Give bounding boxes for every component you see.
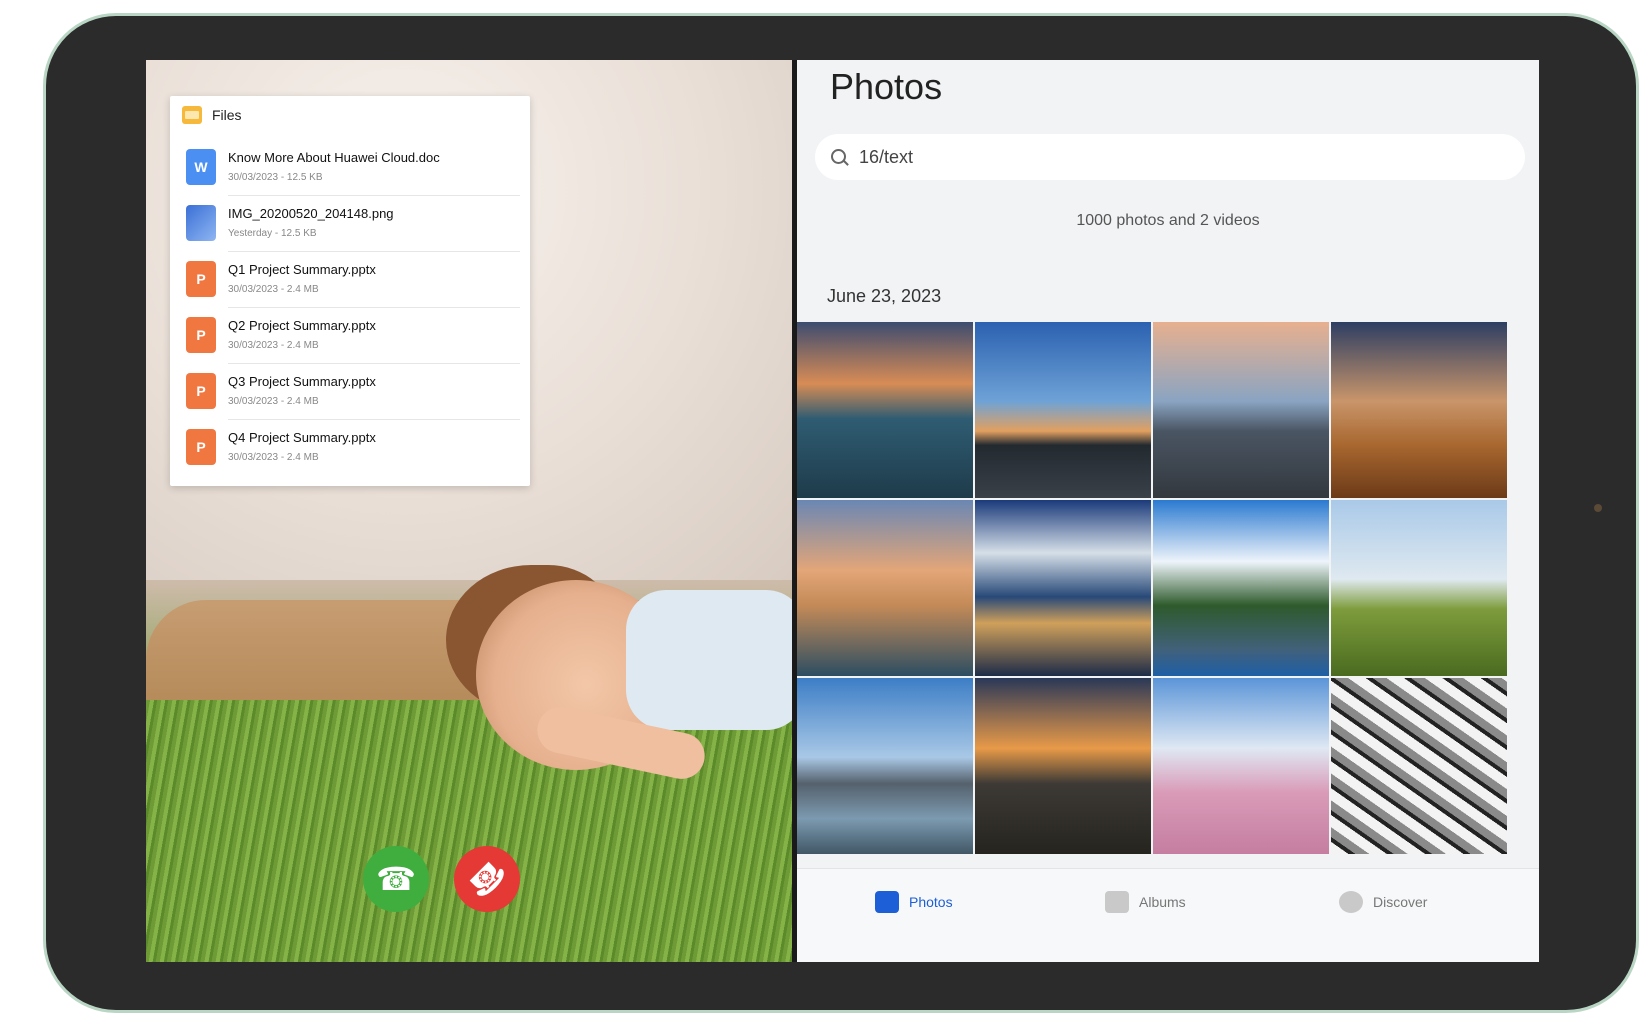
photo-thumbnail[interactable] [797, 678, 973, 854]
ppt-file-icon: P [186, 317, 216, 353]
file-meta: 30/03/2023 - 2.4 MB [228, 340, 319, 351]
ppt-file-icon: P [186, 373, 216, 409]
ppt-file-icon: P [186, 429, 216, 465]
photo-thumbnail[interactable] [1153, 322, 1329, 498]
tab-label: Photos [909, 894, 953, 910]
phone-decline-icon: ☎ [460, 852, 514, 906]
search-icon [831, 149, 846, 164]
search-input[interactable]: 16/text [815, 134, 1525, 180]
media-count: 1000 photos and 2 videos [1076, 212, 1260, 229]
file-name: Q2 Project Summary.pptx [228, 318, 376, 333]
phone-accept-icon: ☎ [376, 861, 416, 897]
photos-app: Photos 16/text 1000 photos and 2 videos … [797, 60, 1539, 962]
files-header: Files [182, 106, 242, 124]
photo-thumbnail[interactable] [797, 322, 973, 498]
photo-thumbnail[interactable] [1331, 678, 1507, 854]
image-file-icon [186, 205, 216, 241]
photo-thumbnail[interactable] [1331, 322, 1507, 498]
file-name: Q4 Project Summary.pptx [228, 430, 376, 445]
photo-thumbnail[interactable] [1153, 500, 1329, 676]
files-title: Files [212, 107, 242, 123]
file-item[interactable]: P Q2 Project Summary.pptx 30/03/2023 - 2… [170, 308, 530, 364]
search-value: 16/text [859, 147, 914, 167]
ppt-file-icon: P [186, 261, 216, 297]
photo-thumbnail[interactable] [975, 500, 1151, 676]
file-name: IMG_20200520_204148.png [228, 206, 394, 221]
decline-call-button[interactable]: ☎ [454, 846, 520, 912]
file-item[interactable]: P Q4 Project Summary.pptx 30/03/2023 - 2… [170, 420, 530, 476]
file-meta: 30/03/2023 - 2.4 MB [228, 452, 319, 463]
tab-discover[interactable]: Discover [1339, 891, 1427, 913]
file-meta: 30/03/2023 - 2.4 MB [228, 396, 319, 407]
file-meta: 30/03/2023 - 12.5 KB [228, 172, 323, 183]
discover-icon [1339, 891, 1363, 913]
date-heading: June 23, 2023 [827, 286, 942, 306]
photo-thumbnail[interactable] [1153, 678, 1329, 854]
file-item[interactable]: IMG_20200520_204148.png Yesterday - 12.5… [170, 196, 530, 252]
photo-thumbnail[interactable] [975, 322, 1151, 498]
photo-grid [797, 322, 1539, 854]
camera-dot [1594, 504, 1602, 512]
accept-call-button[interactable]: ☎ [363, 846, 429, 912]
file-meta: 30/03/2023 - 2.4 MB [228, 284, 319, 295]
tab-label: Discover [1373, 894, 1428, 910]
albums-icon [1105, 891, 1129, 913]
bottom-tab-bar: Photos Albums Discover [797, 868, 1539, 962]
file-name: Know More About Huawei Cloud.doc [228, 150, 440, 165]
photo-thumbnail[interactable] [797, 500, 973, 676]
file-meta: Yesterday - 12.5 KB [228, 228, 317, 239]
file-item[interactable]: P Q3 Project Summary.pptx 30/03/2023 - 2… [170, 364, 530, 420]
file-item[interactable]: W Know More About Huawei Cloud.doc 30/03… [170, 140, 530, 196]
file-name: Q3 Project Summary.pptx [228, 374, 376, 389]
photo-thumbnail[interactable] [975, 678, 1151, 854]
file-name: Q1 Project Summary.pptx [228, 262, 376, 277]
video-call-pane: Files W Know More About Huawei Cloud.doc… [146, 60, 792, 962]
tab-label: Albums [1139, 894, 1186, 910]
tab-albums[interactable]: Albums [1105, 891, 1186, 913]
screen: Files W Know More About Huawei Cloud.doc… [146, 60, 1539, 962]
folder-icon [182, 106, 202, 124]
file-item[interactable]: P Q1 Project Summary.pptx 30/03/2023 - 2… [170, 252, 530, 308]
page-title: Photos [830, 66, 943, 107]
tab-photos[interactable]: Photos [875, 891, 953, 913]
photos-icon [875, 891, 899, 913]
child-body [626, 590, 792, 730]
word-doc-icon: W [186, 149, 216, 185]
files-panel: Files W Know More About Huawei Cloud.doc… [170, 96, 530, 486]
photo-thumbnail[interactable] [1331, 500, 1507, 676]
